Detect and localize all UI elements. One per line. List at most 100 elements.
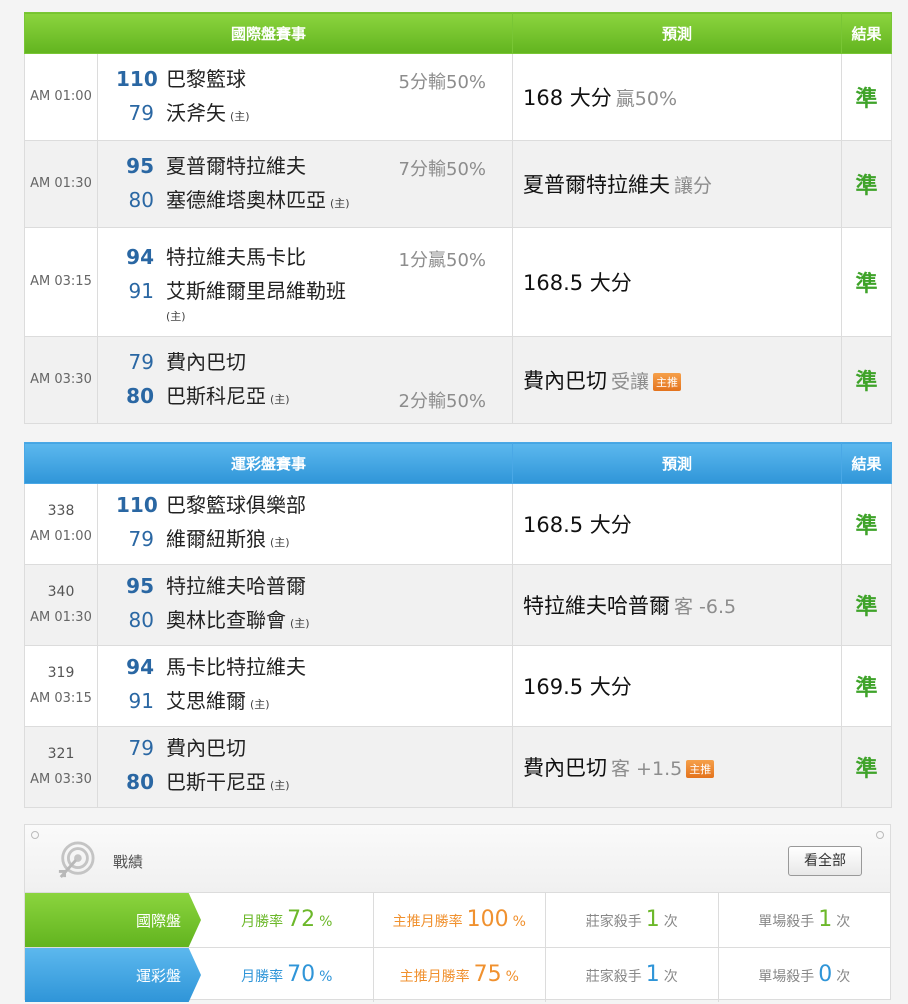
- banker-killer: 莊家殺手 1 次: [545, 893, 718, 947]
- main-pick-win-rate-label: 主推月勝率: [399, 969, 470, 985]
- team-name[interactable]: 塞德維塔奧林匹亞: [166, 183, 326, 217]
- intl-table: 國際盤賽事 預測 結果 AM 01:00 110 巴黎籃球 79 沃斧矢 (主) 5分輸50…: [23, 12, 893, 424]
- team-name[interactable]: 奧林比查聯會: [166, 603, 286, 637]
- prediction-main: 夏普爾特拉維夫: [523, 173, 671, 197]
- result-mark: 準: [841, 53, 893, 141]
- prediction-cell: 168 大分 贏50%: [512, 53, 843, 141]
- intl-match-row[interactable]: AM 01:30 95 夏普爾特拉維夫 80 塞德維塔奧林匹亞 (主) 7分輸50% 夏普爾特…: [24, 140, 893, 228]
- banker-killer-label: 莊家殺手: [585, 914, 642, 930]
- target-icon: [58, 841, 95, 879]
- team-row: 91 艾思維爾 (主): [116, 684, 512, 722]
- monthly-win-rate-label: 月勝率: [241, 914, 284, 930]
- match-time-cell: 321 AM 03:30: [24, 726, 98, 808]
- team-score: 79: [128, 101, 154, 125]
- team-row: 79 費內巴切: [116, 345, 512, 379]
- prediction-sub: 贏50%: [615, 88, 678, 110]
- match-time: AM 03:15: [24, 227, 98, 337]
- match-time: AM 01:30: [24, 140, 98, 228]
- team-name[interactable]: 艾斯維爾里昂維勒班: [166, 274, 346, 308]
- team-score: 91: [128, 689, 154, 713]
- prediction-cell: 168.5 大分: [512, 483, 843, 565]
- team-name[interactable]: 巴黎籃球: [166, 62, 246, 96]
- team-row: 91 艾斯維爾里昂維勒班: [116, 274, 512, 308]
- teams-cell: 79 費內巴切 80 巴斯科尼亞 (主) 2分輸50%: [98, 337, 512, 423]
- main-pick-win-rate-value: 100: [466, 907, 509, 932]
- team-name[interactable]: 艾思維爾: [166, 684, 246, 718]
- team-row: 95 特拉維夫哈普爾: [116, 569, 512, 603]
- result-mark: 準: [841, 336, 893, 424]
- team-name[interactable]: 馬卡比特拉維夫: [166, 650, 306, 684]
- team-name[interactable]: 特拉維夫馬卡比: [166, 240, 306, 274]
- lottery-match-row[interactable]: 338 AM 01:00 110 巴黎籃球俱樂部 79 維爾紐斯狼 (主) 168.5 大分 準: [24, 483, 893, 565]
- monthly-win-rate-value: 72: [287, 907, 316, 932]
- prediction-main: 168 大分: [523, 86, 612, 110]
- home-marker: (主): [270, 779, 290, 792]
- match-time: AM 03:30: [24, 336, 98, 424]
- team-name[interactable]: 費內巴切: [166, 345, 246, 379]
- lottery-match-row[interactable]: 321 AM 03:30 79 費內巴切 80 巴斯干尼亞 (主) 費內巴切客 +1.5 主推準: [24, 726, 893, 808]
- banker-killer-value: 1: [645, 907, 660, 932]
- team-name[interactable]: 巴黎籃球俱樂部: [166, 488, 306, 522]
- team-name[interactable]: 夏普爾特拉維夫: [166, 149, 306, 183]
- home-marker: (主): [166, 310, 186, 323]
- team-row: 80 塞德維塔奧林匹亞 (主): [116, 183, 512, 221]
- single-game-killer-label: 單場殺手: [758, 969, 815, 985]
- result-mark: 準: [841, 726, 893, 808]
- percent-sign: %: [512, 914, 526, 930]
- match-number: 338: [47, 503, 75, 519]
- single-game-killer-value: 0: [818, 962, 833, 987]
- stats-header: 戰績 看全部: [25, 825, 890, 893]
- result-mark: 準: [841, 645, 893, 727]
- main-pick-win-rate: 主推月勝率 75%: [372, 948, 546, 1002]
- times-unit: 次: [663, 969, 678, 985]
- handicap-result: 5分輸50%: [398, 72, 487, 93]
- single-game-killer-value: 1: [818, 907, 833, 932]
- team-score: 80: [126, 384, 154, 408]
- intl-match-row[interactable]: AM 03:15 94 特拉維夫馬卡比 91 艾斯維爾里昂維勒班 (主) 1分贏50% 168…: [24, 227, 893, 337]
- team-row: 80 巴斯干尼亞 (主): [116, 765, 512, 803]
- stats-category-tag[interactable]: 國際盤: [25, 893, 201, 947]
- team-name[interactable]: 巴斯干尼亞: [166, 765, 266, 799]
- home-marker: (主): [270, 393, 290, 406]
- prediction-cell: 特拉維夫哈普爾客 -6.5: [512, 564, 843, 646]
- team-score: 80: [128, 188, 154, 212]
- stats-category-tag[interactable]: 運彩盤: [25, 948, 201, 1002]
- teams-cell: 110 巴黎籃球 79 沃斧矢 (主) 5分輸50%: [98, 54, 512, 140]
- banker-killer-value: 1: [645, 962, 660, 987]
- team-name[interactable]: 費內巴切: [166, 731, 246, 765]
- result-mark: 準: [841, 227, 893, 337]
- team-score: 80: [128, 608, 154, 632]
- handicap-result: 2分輸50%: [398, 391, 487, 412]
- prediction-main: 168.5 大分: [523, 513, 632, 537]
- handicap-result: 1分贏50%: [398, 250, 487, 271]
- lottery-match-row[interactable]: 319 AM 03:15 94 馬卡比特拉維夫 91 艾思維爾 (主) 169.5 大分 準: [24, 645, 893, 727]
- teams-cell: 95 夏普爾特拉維夫 80 塞德維塔奧林匹亞 (主) 7分輸50%: [98, 141, 512, 227]
- lottery-match-row[interactable]: 340 AM 01:30 95 特拉維夫哈普爾 80 奧林比查聯會 (主) 特拉維夫哈普爾客 …: [24, 564, 893, 646]
- prediction-sub: 受讓: [611, 371, 650, 393]
- match-time: AM 03:30: [30, 772, 92, 787]
- prediction-sub: 客 +1.5: [611, 758, 683, 780]
- intl-match-row[interactable]: AM 03:30 79 費內巴切 80 巴斯科尼亞 (主) 2分輸50% 費內巴切 受讓 主推準: [24, 336, 893, 424]
- corner-dot-icon: [31, 831, 39, 839]
- prediction-cell: 費內巴切 受讓 主推: [512, 336, 843, 424]
- team-score: 79: [128, 736, 154, 760]
- team-score: 110: [116, 67, 158, 91]
- team-row: 94 馬卡比特拉維夫: [116, 650, 512, 684]
- teams-cell: 95 特拉維夫哈普爾 80 奧林比查聯會 (主): [98, 565, 512, 645]
- team-name[interactable]: 沃斧矢: [166, 96, 226, 130]
- monthly-win-rate: 月勝率 72%: [201, 893, 373, 947]
- main-pick-badge: 主推: [653, 373, 682, 391]
- match-time: AM 01:00: [30, 529, 92, 544]
- team-name[interactable]: 維爾紐斯狼: [166, 522, 266, 556]
- result-mark: 準: [841, 564, 893, 646]
- team-name[interactable]: 巴斯科尼亞: [166, 379, 266, 413]
- prediction-cell: 夏普爾特拉維夫 讓分: [512, 140, 843, 228]
- team-row: 79 沃斧矢 (主): [116, 96, 512, 134]
- team-name[interactable]: 特拉維夫哈普爾: [166, 569, 306, 603]
- intl-match-row[interactable]: AM 01:00 110 巴黎籃球 79 沃斧矢 (主) 5分輸50% 168 大分 贏50% 準: [24, 53, 893, 141]
- stats-row: 運彩盤 月勝率 70% 主推月勝率 75% 莊家殺手 1 次單場殺手 0 次: [25, 948, 890, 1002]
- teams-cell: 79 費內巴切 80 巴斯干尼亞 (主): [98, 727, 512, 807]
- team-row: 80 奧林比查聯會 (主): [116, 603, 512, 641]
- monthly-win-rate-label: 月勝率: [241, 969, 284, 985]
- view-all-button[interactable]: 看全部: [788, 846, 862, 876]
